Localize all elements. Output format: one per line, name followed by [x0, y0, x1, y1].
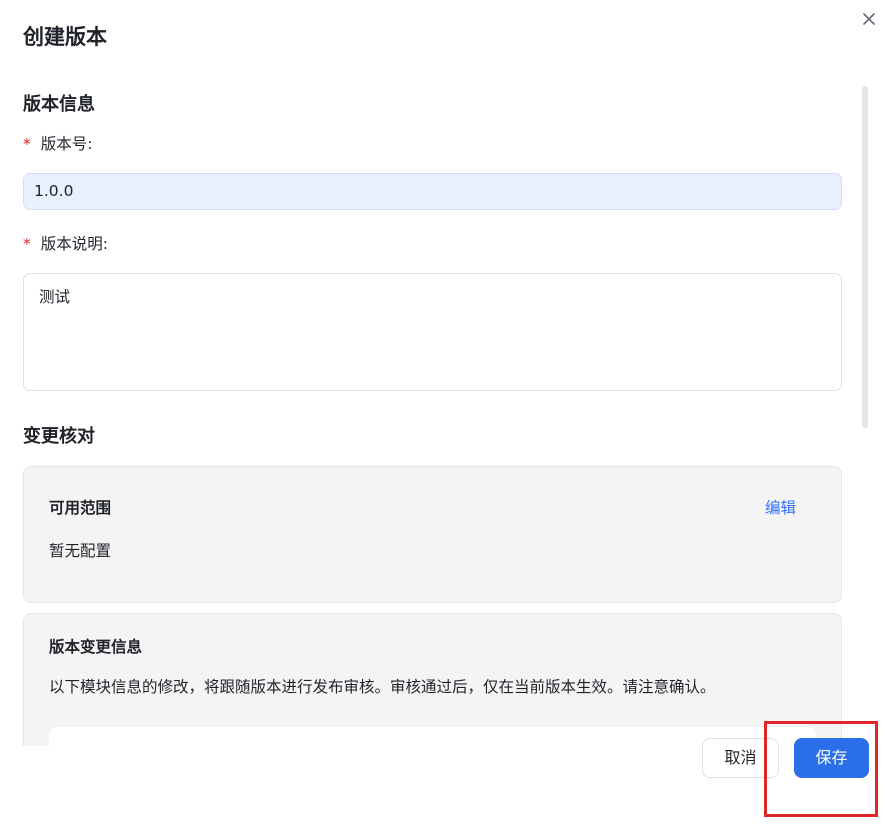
close-icon[interactable]	[858, 8, 880, 30]
dialog-title: 创建版本	[23, 25, 107, 49]
change-info-card-title: 版本变更信息	[49, 638, 143, 656]
highlight-box	[764, 721, 878, 817]
version-number-input[interactable]: 1.0.0	[23, 173, 842, 210]
close-icon-svg	[863, 13, 875, 25]
required-mark: *	[23, 235, 31, 253]
required-mark: *	[23, 135, 31, 153]
version-description-label: * 版本说明:	[23, 233, 108, 255]
scope-card-title: 可用范围	[49, 499, 112, 517]
section-title-change-check: 变更核对	[23, 426, 95, 447]
dialog-body[interactable]: 版本信息 * 版本号: 1.0.0 * 版本说明: 测试 变更核对 可用范围 编辑 …	[0, 70, 862, 746]
version-number-label-text: 版本号:	[40, 135, 93, 153]
scrollbar-thumb[interactable]	[862, 86, 868, 428]
change-info-card: 版本变更信息 以下模块信息的修改，将跟随版本进行发布审核。审核通过后，仅在当前版…	[23, 613, 842, 746]
section-title-version-info: 版本信息	[23, 94, 95, 115]
change-info-card-text: 以下模块信息的修改，将跟随版本进行发布审核。审核通过后，仅在当前版本生效。请注意…	[49, 678, 716, 696]
edit-link[interactable]: 编辑	[765, 497, 796, 519]
scope-card: 可用范围 编辑 暂无配置	[23, 466, 842, 603]
version-number-label: * 版本号:	[23, 133, 92, 155]
create-version-dialog: 创建版本 版本信息 * 版本号: 1.0.0 * 版本说明: 测试 变更核对 可用范…	[0, 0, 892, 837]
version-description-label-text: 版本说明:	[40, 235, 108, 253]
scope-card-text: 暂无配置	[49, 542, 112, 560]
module-list-box	[49, 727, 816, 746]
version-description-textarea[interactable]: 测试	[23, 273, 842, 391]
